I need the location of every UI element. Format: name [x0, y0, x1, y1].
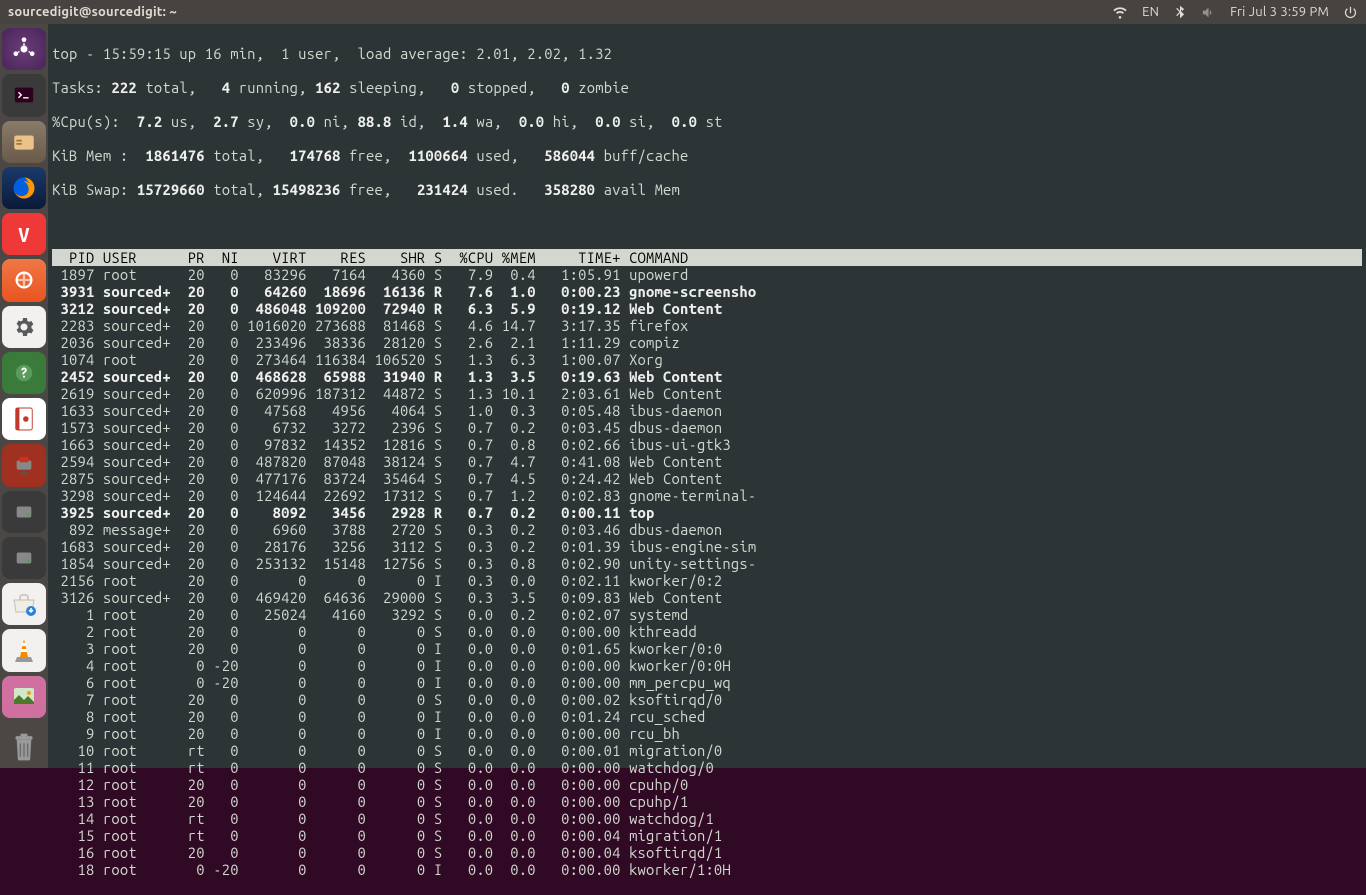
launcher-document[interactable] — [2, 398, 46, 440]
launcher-app-orange[interactable] — [2, 259, 46, 301]
process-row: 2 root 20 0 0 0 0 S 0.0 0.0 0:00.00 kthr… — [52, 623, 1362, 640]
launcher-vivaldi[interactable]: V — [2, 213, 46, 255]
launcher-vlc[interactable] — [2, 629, 46, 671]
process-row: 3931 sourced+ 20 0 64260 18696 16136 R 7… — [52, 283, 1362, 300]
process-row: 1854 sourced+ 20 0 253132 15148 12756 S … — [52, 555, 1362, 572]
process-row: 2283 sourced+ 20 0 1016020 273688 81468 … — [52, 317, 1362, 334]
process-row: 12 root 20 0 0 0 0 S 0.0 0.0 0:00.00 cpu… — [52, 776, 1362, 793]
process-row: 892 message+ 20 0 6960 3788 2720 S 0.3 0… — [52, 521, 1362, 538]
process-row: 4 root 0 -20 0 0 0 I 0.0 0.0 0:00.00 kwo… — [52, 657, 1362, 674]
top-line-5: KiB Swap: 15729660 total, 15498236 free,… — [52, 181, 1362, 198]
lang-indicator[interactable]: EN — [1142, 5, 1159, 19]
process-row: 18 root 0 -20 0 0 0 I 0.0 0.0 0:00.00 kw… — [52, 861, 1362, 878]
launcher-dash[interactable] — [2, 28, 46, 70]
process-row: 1897 root 20 0 83296 7164 4360 S 7.9 0.4… — [52, 266, 1362, 283]
launcher-software[interactable] — [2, 583, 46, 625]
process-row: 1074 root 20 0 273464 116384 106520 S 1.… — [52, 351, 1362, 368]
process-row: 1573 sourced+ 20 0 6732 3272 2396 S 0.7 … — [52, 419, 1362, 436]
wifi-icon[interactable] — [1112, 4, 1128, 20]
process-row: 2036 sourced+ 20 0 233496 38336 28120 S … — [52, 334, 1362, 351]
column-header: PID USER PR NI VIRT RES SHR S %CPU %MEM … — [52, 249, 1362, 266]
launcher-settings[interactable] — [2, 306, 46, 348]
window-title: sourcedigit@sourcedigit: ~ — [8, 5, 177, 19]
launcher-transmission[interactable] — [2, 444, 46, 486]
process-row: 1663 sourced+ 20 0 97832 14352 12816 S 0… — [52, 436, 1362, 453]
launcher-trash[interactable] — [2, 726, 46, 768]
process-row: 3126 sourced+ 20 0 469420 64636 29000 S … — [52, 589, 1362, 606]
process-row: 3212 sourced+ 20 0 486048 109200 72940 R… — [52, 300, 1362, 317]
process-row: 3925 sourced+ 20 0 8092 3456 2928 R 0.7 … — [52, 504, 1362, 521]
top-line-4: KiB Mem : 1861476 total, 174768 free, 11… — [52, 147, 1362, 164]
process-row: 16 root 20 0 0 0 0 S 0.0 0.0 0:00.04 kso… — [52, 844, 1362, 861]
bluetooth-icon[interactable] — [1173, 5, 1187, 19]
process-row: 3298 sourced+ 20 0 124644 22692 17312 S … — [52, 487, 1362, 504]
process-row: 9 root 20 0 0 0 0 I 0.0 0.0 0:00.00 rcu_… — [52, 725, 1362, 742]
process-row: 1633 sourced+ 20 0 47568 4956 4064 S 1.0… — [52, 402, 1362, 419]
process-row: 2619 sourced+ 20 0 620996 187312 44872 S… — [52, 385, 1362, 402]
launcher-firefox[interactable] — [2, 167, 46, 209]
launcher-files[interactable] — [2, 121, 46, 163]
process-row: 2452 sourced+ 20 0 468628 65988 31940 R … — [52, 368, 1362, 385]
top-line-1: top - 15:59:15 up 16 min, 1 user, load a… — [52, 45, 1362, 62]
process-row: 7 root 20 0 0 0 0 S 0.0 0.0 0:00.02 ksof… — [52, 691, 1362, 708]
power-icon[interactable] — [1343, 5, 1358, 20]
process-row: 6 root 0 -20 0 0 0 I 0.0 0.0 0:00.00 mm_… — [52, 674, 1362, 691]
process-row: 3 root 20 0 0 0 0 I 0.0 0.0 0:01.65 kwor… — [52, 640, 1362, 657]
menubar[interactable]: sourcedigit@sourcedigit: ~ EN Fri Jul 3 … — [0, 0, 1366, 24]
process-row: 10 root rt 0 0 0 0 S 0.0 0.0 0:00.01 mig… — [52, 742, 1362, 759]
process-row: 1683 sourced+ 20 0 28176 3256 3112 S 0.3… — [52, 538, 1362, 555]
launcher-screenshot[interactable] — [2, 676, 46, 718]
process-row: 8 root 20 0 0 0 0 I 0.0 0.0 0:01.24 rcu_… — [52, 708, 1362, 725]
process-row: 13 root 20 0 0 0 0 S 0.0 0.0 0:00.00 cpu… — [52, 793, 1362, 810]
launcher-disk2[interactable] — [2, 537, 46, 579]
top-line-3: %Cpu(s): 7.2 us, 2.7 sy, 0.0 ni, 88.8 id… — [52, 113, 1362, 130]
clock[interactable]: Fri Jul 3 3:59 PM — [1230, 5, 1329, 19]
process-row: 15 root rt 0 0 0 0 S 0.0 0.0 0:00.04 mig… — [52, 827, 1362, 844]
launcher-disk1[interactable] — [2, 491, 46, 533]
launcher-help[interactable] — [2, 352, 46, 394]
launcher-terminal[interactable] — [2, 74, 46, 116]
launcher: V — [0, 24, 48, 768]
top-line-2: Tasks: 222 total, 4 running, 162 sleepin… — [52, 79, 1362, 96]
process-row: 1 root 20 0 25024 4160 3292 S 0.0 0.2 0:… — [52, 606, 1362, 623]
process-row: 2594 sourced+ 20 0 487820 87048 38124 S … — [52, 453, 1362, 470]
terminal[interactable]: top - 15:59:15 up 16 min, 1 user, load a… — [48, 24, 1366, 768]
process-row: 2875 sourced+ 20 0 477176 83724 35464 S … — [52, 470, 1362, 487]
volume-icon[interactable] — [1201, 5, 1216, 20]
process-row: 14 root rt 0 0 0 0 S 0.0 0.0 0:00.00 wat… — [52, 810, 1362, 827]
process-row: 2156 root 20 0 0 0 0 I 0.3 0.0 0:02.11 k… — [52, 572, 1362, 589]
